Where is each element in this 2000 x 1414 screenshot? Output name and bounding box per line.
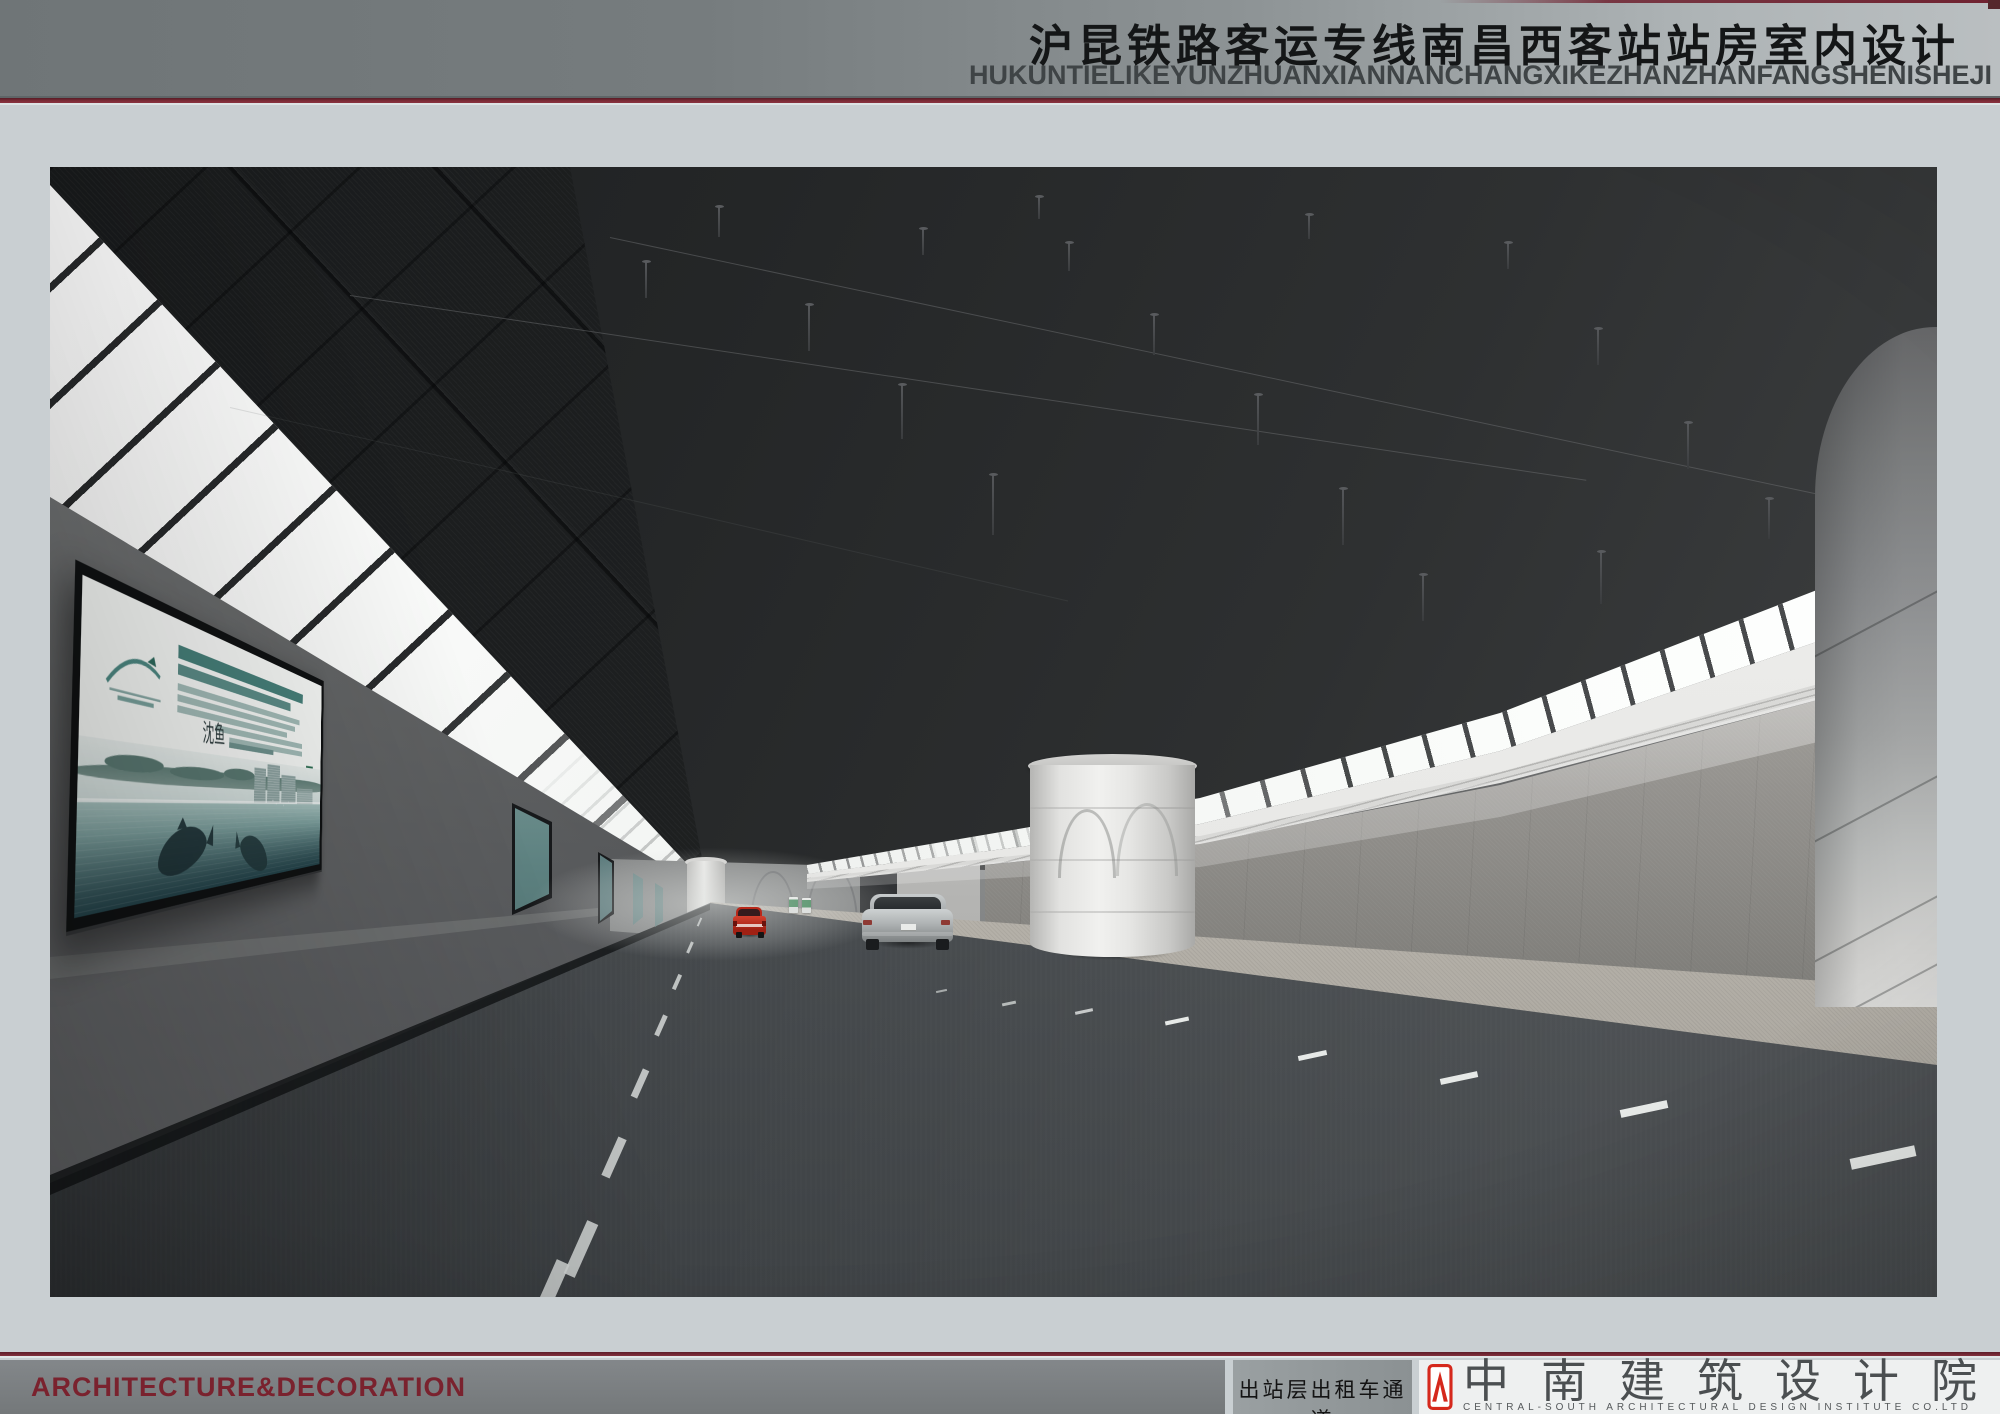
column-arch-reflection	[1116, 803, 1178, 876]
drawing-title-label: 出站层出租车通道	[1233, 1374, 1412, 1414]
header-corner-mark	[1988, 0, 2000, 9]
column-seam	[1815, 578, 1937, 668]
ceiling-suspension-rod	[1768, 499, 1770, 539]
ceiling-suspension-rod	[1308, 215, 1310, 239]
company-name-cn: 中南建筑设计院	[1463, 1361, 2000, 1401]
car-taillight	[733, 921, 737, 926]
ceiling-suspension-rod	[1600, 552, 1602, 604]
ceiling-suspension-rod	[1342, 489, 1344, 545]
car-license-plate	[901, 924, 916, 931]
column-seam	[1815, 951, 1937, 1007]
car-taillight	[762, 921, 766, 926]
company-logo-icon	[1427, 1364, 1453, 1410]
poster-building	[281, 775, 296, 803]
car-wheel	[866, 939, 879, 950]
car-wheel	[758, 932, 764, 938]
column-seam	[1815, 763, 1937, 853]
poster-calligraphy: 沈鱼	[202, 712, 225, 750]
footer-brand-label: ARCHITECTURE&DECORATION	[31, 1372, 466, 1403]
header-top-accent-line	[1440, 0, 2000, 3]
ceiling-suspension-rod	[645, 262, 647, 298]
white-column	[1030, 765, 1195, 957]
ceiling-suspension-rod	[1153, 315, 1155, 355]
ceiling-suspension-rod	[1038, 197, 1040, 219]
ceiling-suspension-rod	[718, 207, 720, 237]
drawing-title-box: 出站层出租车通道	[1233, 1360, 1412, 1414]
car-taillight	[941, 920, 950, 925]
company-name-block: 中南建筑设计院 CENTRAL-SOUTH ARCHITECTURAL DESI…	[1463, 1361, 2000, 1413]
ceiling-suspension-rod	[922, 229, 924, 255]
poster-logo-arc	[102, 617, 166, 721]
ceiling-suspension-rod	[1687, 423, 1689, 469]
project-title-pinyin: HUKUNTIELIKEYUNZHUANXIANNANCHANGXIKEZHAN…	[969, 60, 1992, 91]
poster-splash-dots	[273, 799, 274, 801]
column-seam	[1030, 807, 1195, 809]
poster-building	[254, 767, 266, 803]
architectural-rendering: 沈鱼	[50, 167, 1937, 1297]
footer-brand-box: ARCHITECTURE&DECORATION	[0, 1360, 1225, 1414]
car-wheel	[736, 932, 742, 938]
presentation-board: 沪昆铁路客运专线南昌西客站站房室内设计 HUKUNTIELIKEYUNZHUAN…	[0, 0, 2000, 1414]
column-arch-reflection	[1058, 809, 1116, 878]
ceiling-suspension-rod	[808, 305, 810, 351]
column-seam	[1815, 883, 1937, 973]
car-light-strip	[736, 924, 763, 927]
ceiling-suspension-rod	[1507, 243, 1509, 269]
ceiling-suspension-rod	[1068, 243, 1070, 271]
poster-building	[267, 764, 280, 803]
large-right-column	[1815, 327, 1937, 1007]
red-car	[731, 907, 768, 939]
column-seam	[1030, 911, 1195, 913]
company-box: 中南建筑设计院 CENTRAL-SOUTH ARCHITECTURAL DESI…	[1419, 1360, 2000, 1414]
car-bumper	[862, 932, 953, 936]
ceiling-suspension-rod	[1257, 395, 1259, 445]
car-taillight	[863, 920, 872, 925]
ceiling-suspension-rod	[1597, 329, 1599, 365]
car-wheel	[936, 939, 949, 950]
silver-sedan	[860, 892, 958, 954]
header: 沪昆铁路客运专线南昌西客站站房室内设计 HUKUNTIELIKEYUNZHUAN…	[0, 0, 2000, 98]
ceiling-suspension-rod	[1422, 575, 1424, 621]
ceiling-suspension-rod	[992, 475, 994, 535]
company-name-en: CENTRAL-SOUTH ARCHITECTURAL DESIGN INSTI…	[1463, 1402, 2000, 1413]
header-divider-line	[0, 98, 2000, 103]
ceiling-suspension-rod	[901, 385, 903, 439]
